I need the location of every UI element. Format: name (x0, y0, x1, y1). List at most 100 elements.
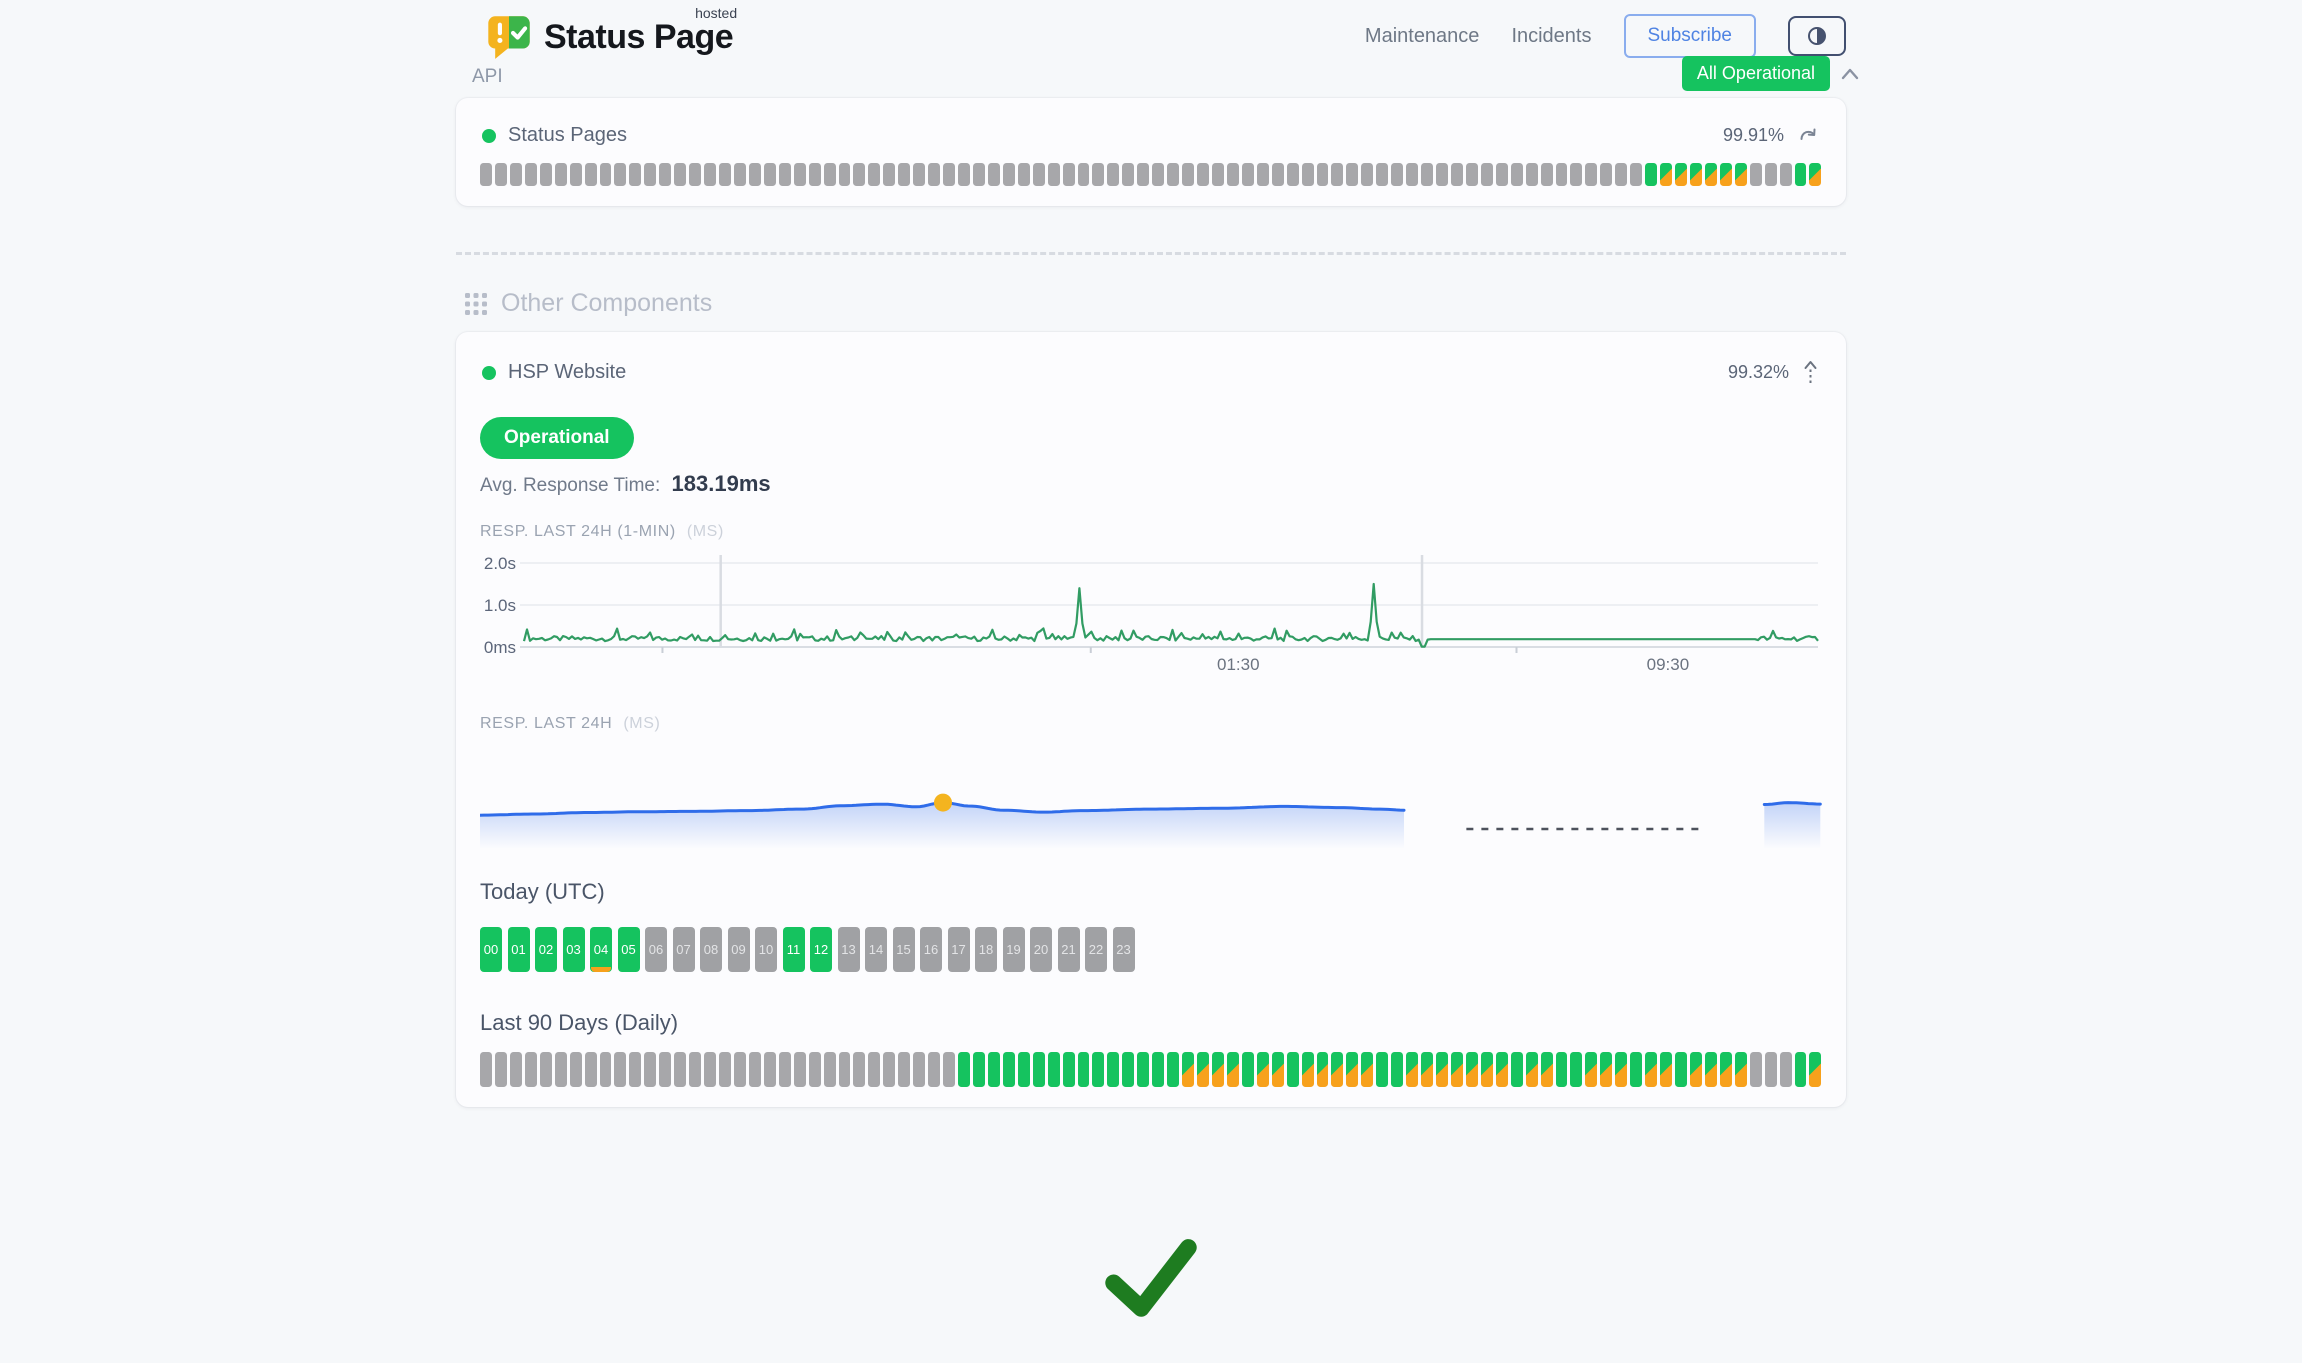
hour-block-16[interactable]: 16 (920, 927, 942, 972)
uptime-bar[interactable] (1107, 163, 1119, 186)
uptime-bar[interactable] (1630, 1052, 1642, 1087)
uptime-bar[interactable] (600, 163, 612, 186)
uptime-bar[interactable] (1078, 163, 1090, 186)
uptime-bar[interactable] (1272, 163, 1284, 186)
uptime-bar[interactable] (1391, 1052, 1403, 1087)
uptime-bar[interactable] (1376, 163, 1388, 186)
uptime-bar[interactable] (1451, 1052, 1463, 1087)
hour-block-00[interactable]: 00 (480, 927, 502, 972)
uptime-bar[interactable] (1391, 163, 1403, 186)
uptime-bar[interactable] (1466, 163, 1478, 186)
uptime-bar[interactable] (1630, 163, 1642, 186)
refresh-button[interactable] (1796, 125, 1820, 147)
uptime-bar[interactable] (1257, 1052, 1269, 1087)
uptime-bar[interactable] (1376, 1052, 1388, 1087)
uptime-bar[interactable] (1287, 1052, 1299, 1087)
uptime-bar[interactable] (659, 163, 671, 186)
uptime-bar[interactable] (689, 1052, 701, 1087)
uptime-bar[interactable] (1809, 1052, 1821, 1087)
uptime-bar[interactable] (958, 1052, 970, 1087)
hour-block-01[interactable]: 01 (508, 927, 530, 972)
uptime-bar[interactable] (659, 1052, 671, 1087)
uptime-bar[interactable] (1078, 1052, 1090, 1087)
uptime-bar[interactable] (1137, 1052, 1149, 1087)
uptime-bar[interactable] (1556, 163, 1568, 186)
uptime-bar[interactable] (1167, 163, 1179, 186)
uptime-bar[interactable] (1152, 163, 1164, 186)
uptime-bar[interactable] (1227, 163, 1239, 186)
uptime-bar[interactable] (958, 163, 970, 186)
uptime-bar[interactable] (1361, 1052, 1373, 1087)
uptime-bar[interactable] (555, 1052, 567, 1087)
uptime-bar[interactable] (1570, 163, 1582, 186)
hour-block-23[interactable]: 23 (1113, 927, 1135, 972)
uptime-bar[interactable] (913, 1052, 925, 1087)
uptime-bar[interactable] (1735, 163, 1747, 186)
uptime-bar[interactable] (988, 1052, 1000, 1087)
uptime-bar[interactable] (1092, 1052, 1104, 1087)
uptime-bar[interactable] (779, 1052, 791, 1087)
uptime-bar[interactable] (1302, 1052, 1314, 1087)
uptime-bar[interactable] (1421, 1052, 1433, 1087)
uptime-bar[interactable] (1272, 1052, 1284, 1087)
uptime-bar[interactable] (614, 1052, 626, 1087)
uptime-bar[interactable] (689, 163, 701, 186)
uptime-bar[interactable] (1152, 1052, 1164, 1087)
uptime-bar[interactable] (1317, 163, 1329, 186)
uptime-bar[interactable] (644, 1052, 656, 1087)
uptime-bar[interactable] (1481, 1052, 1493, 1087)
uptime-bar[interactable] (1720, 1052, 1732, 1087)
uptime-bar[interactable] (1212, 163, 1224, 186)
uptime-bar[interactable] (1511, 1052, 1523, 1087)
uptime-bar[interactable] (928, 1052, 940, 1087)
uptime-bar[interactable] (480, 163, 492, 186)
uptime-bar[interactable] (1048, 1052, 1060, 1087)
uptime-bar[interactable] (1765, 163, 1777, 186)
hour-block-04[interactable]: 04 (590, 927, 612, 972)
hour-block-03[interactable]: 03 (563, 927, 585, 972)
nav-incidents[interactable]: Incidents (1511, 25, 1591, 48)
uptime-bar[interactable] (1406, 163, 1418, 186)
uptime-bar[interactable] (1122, 1052, 1134, 1087)
uptime-bar[interactable] (1556, 1052, 1568, 1087)
uptime-bar[interactable] (1137, 163, 1149, 186)
uptime-bar[interactable] (1197, 163, 1209, 186)
uptime-bar[interactable] (883, 163, 895, 186)
uptime-bar[interactable] (973, 1052, 985, 1087)
uptime-bar[interactable] (1541, 163, 1553, 186)
uptime-bar[interactable] (1331, 163, 1343, 186)
uptime-bar[interactable] (629, 1052, 641, 1087)
uptime-bar[interactable] (1705, 1052, 1717, 1087)
uptime-bar[interactable] (1033, 1052, 1045, 1087)
uptime-bar[interactable] (1122, 163, 1134, 186)
uptime-bar[interactable] (853, 1052, 865, 1087)
uptime-bar[interactable] (525, 1052, 537, 1087)
uptime-bar[interactable] (1675, 1052, 1687, 1087)
uptime-bar[interactable] (928, 163, 940, 186)
uptime-bar[interactable] (1660, 1052, 1672, 1087)
uptime-bar[interactable] (1585, 163, 1597, 186)
uptime-bar[interactable] (749, 163, 761, 186)
hour-block-08[interactable]: 08 (700, 927, 722, 972)
uptime-bar[interactable] (1585, 1052, 1597, 1087)
uptime-bar[interactable] (1346, 163, 1358, 186)
uptime-bar[interactable] (1421, 163, 1433, 186)
uptime-bar[interactable] (1331, 1052, 1343, 1087)
hour-block-18[interactable]: 18 (975, 927, 997, 972)
uptime-bar[interactable] (943, 1052, 955, 1087)
uptime-bar[interactable] (1481, 163, 1493, 186)
hour-block-15[interactable]: 15 (893, 927, 915, 972)
uptime-bar[interactable] (1182, 163, 1194, 186)
uptime-bar[interactable] (1496, 1052, 1508, 1087)
uptime-bar[interactable] (555, 163, 567, 186)
nav-maintenance[interactable]: Maintenance (1365, 25, 1480, 48)
uptime-bar[interactable] (734, 163, 746, 186)
chevron-up-icon[interactable] (1840, 67, 1860, 81)
uptime-bar[interactable] (1570, 1052, 1582, 1087)
uptime-bar[interactable] (495, 163, 507, 186)
uptime-bar[interactable] (1003, 1052, 1015, 1087)
uptime-bar[interactable] (1466, 1052, 1478, 1087)
hour-block-12[interactable]: 12 (810, 927, 832, 972)
uptime-bar[interactable] (1451, 163, 1463, 186)
uptime-bar[interactable] (1063, 1052, 1075, 1087)
